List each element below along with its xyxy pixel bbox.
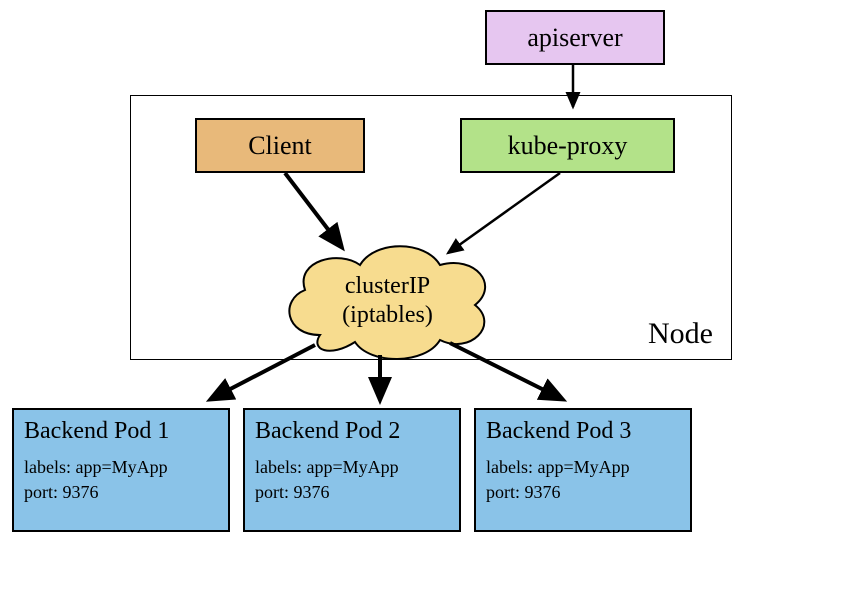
backend-pod-2: Backend Pod 2 labels: app=MyApp port: 93… (243, 408, 461, 532)
backend-pod-3: Backend Pod 3 labels: app=MyApp port: 93… (474, 408, 692, 532)
kubeproxy-label: kube-proxy (508, 131, 628, 161)
pod-port: port: 9376 (486, 480, 680, 505)
pod-title: Backend Pod 1 (24, 418, 218, 445)
pod-labels: labels: app=MyApp (255, 455, 449, 480)
pod-labels: labels: app=MyApp (486, 455, 680, 480)
client-box: Client (195, 118, 365, 173)
pod-title: Backend Pod 3 (486, 418, 680, 445)
apiserver-label: apiserver (527, 23, 622, 53)
clusterip-line1: clusterIP (275, 272, 500, 301)
clusterip-text: clusterIP (iptables) (275, 272, 500, 330)
node-label: Node (648, 317, 713, 351)
pod-labels: labels: app=MyApp (24, 455, 218, 480)
pod-port: port: 9376 (24, 480, 218, 505)
backend-pod-1: Backend Pod 1 labels: app=MyApp port: 93… (12, 408, 230, 532)
kubeproxy-box: kube-proxy (460, 118, 675, 173)
apiserver-box: apiserver (485, 10, 665, 65)
pod-title: Backend Pod 2 (255, 418, 449, 445)
pod-port: port: 9376 (255, 480, 449, 505)
client-label: Client (248, 131, 312, 161)
clusterip-cloud: clusterIP (iptables) (275, 240, 500, 365)
clusterip-line2: (iptables) (275, 301, 500, 330)
